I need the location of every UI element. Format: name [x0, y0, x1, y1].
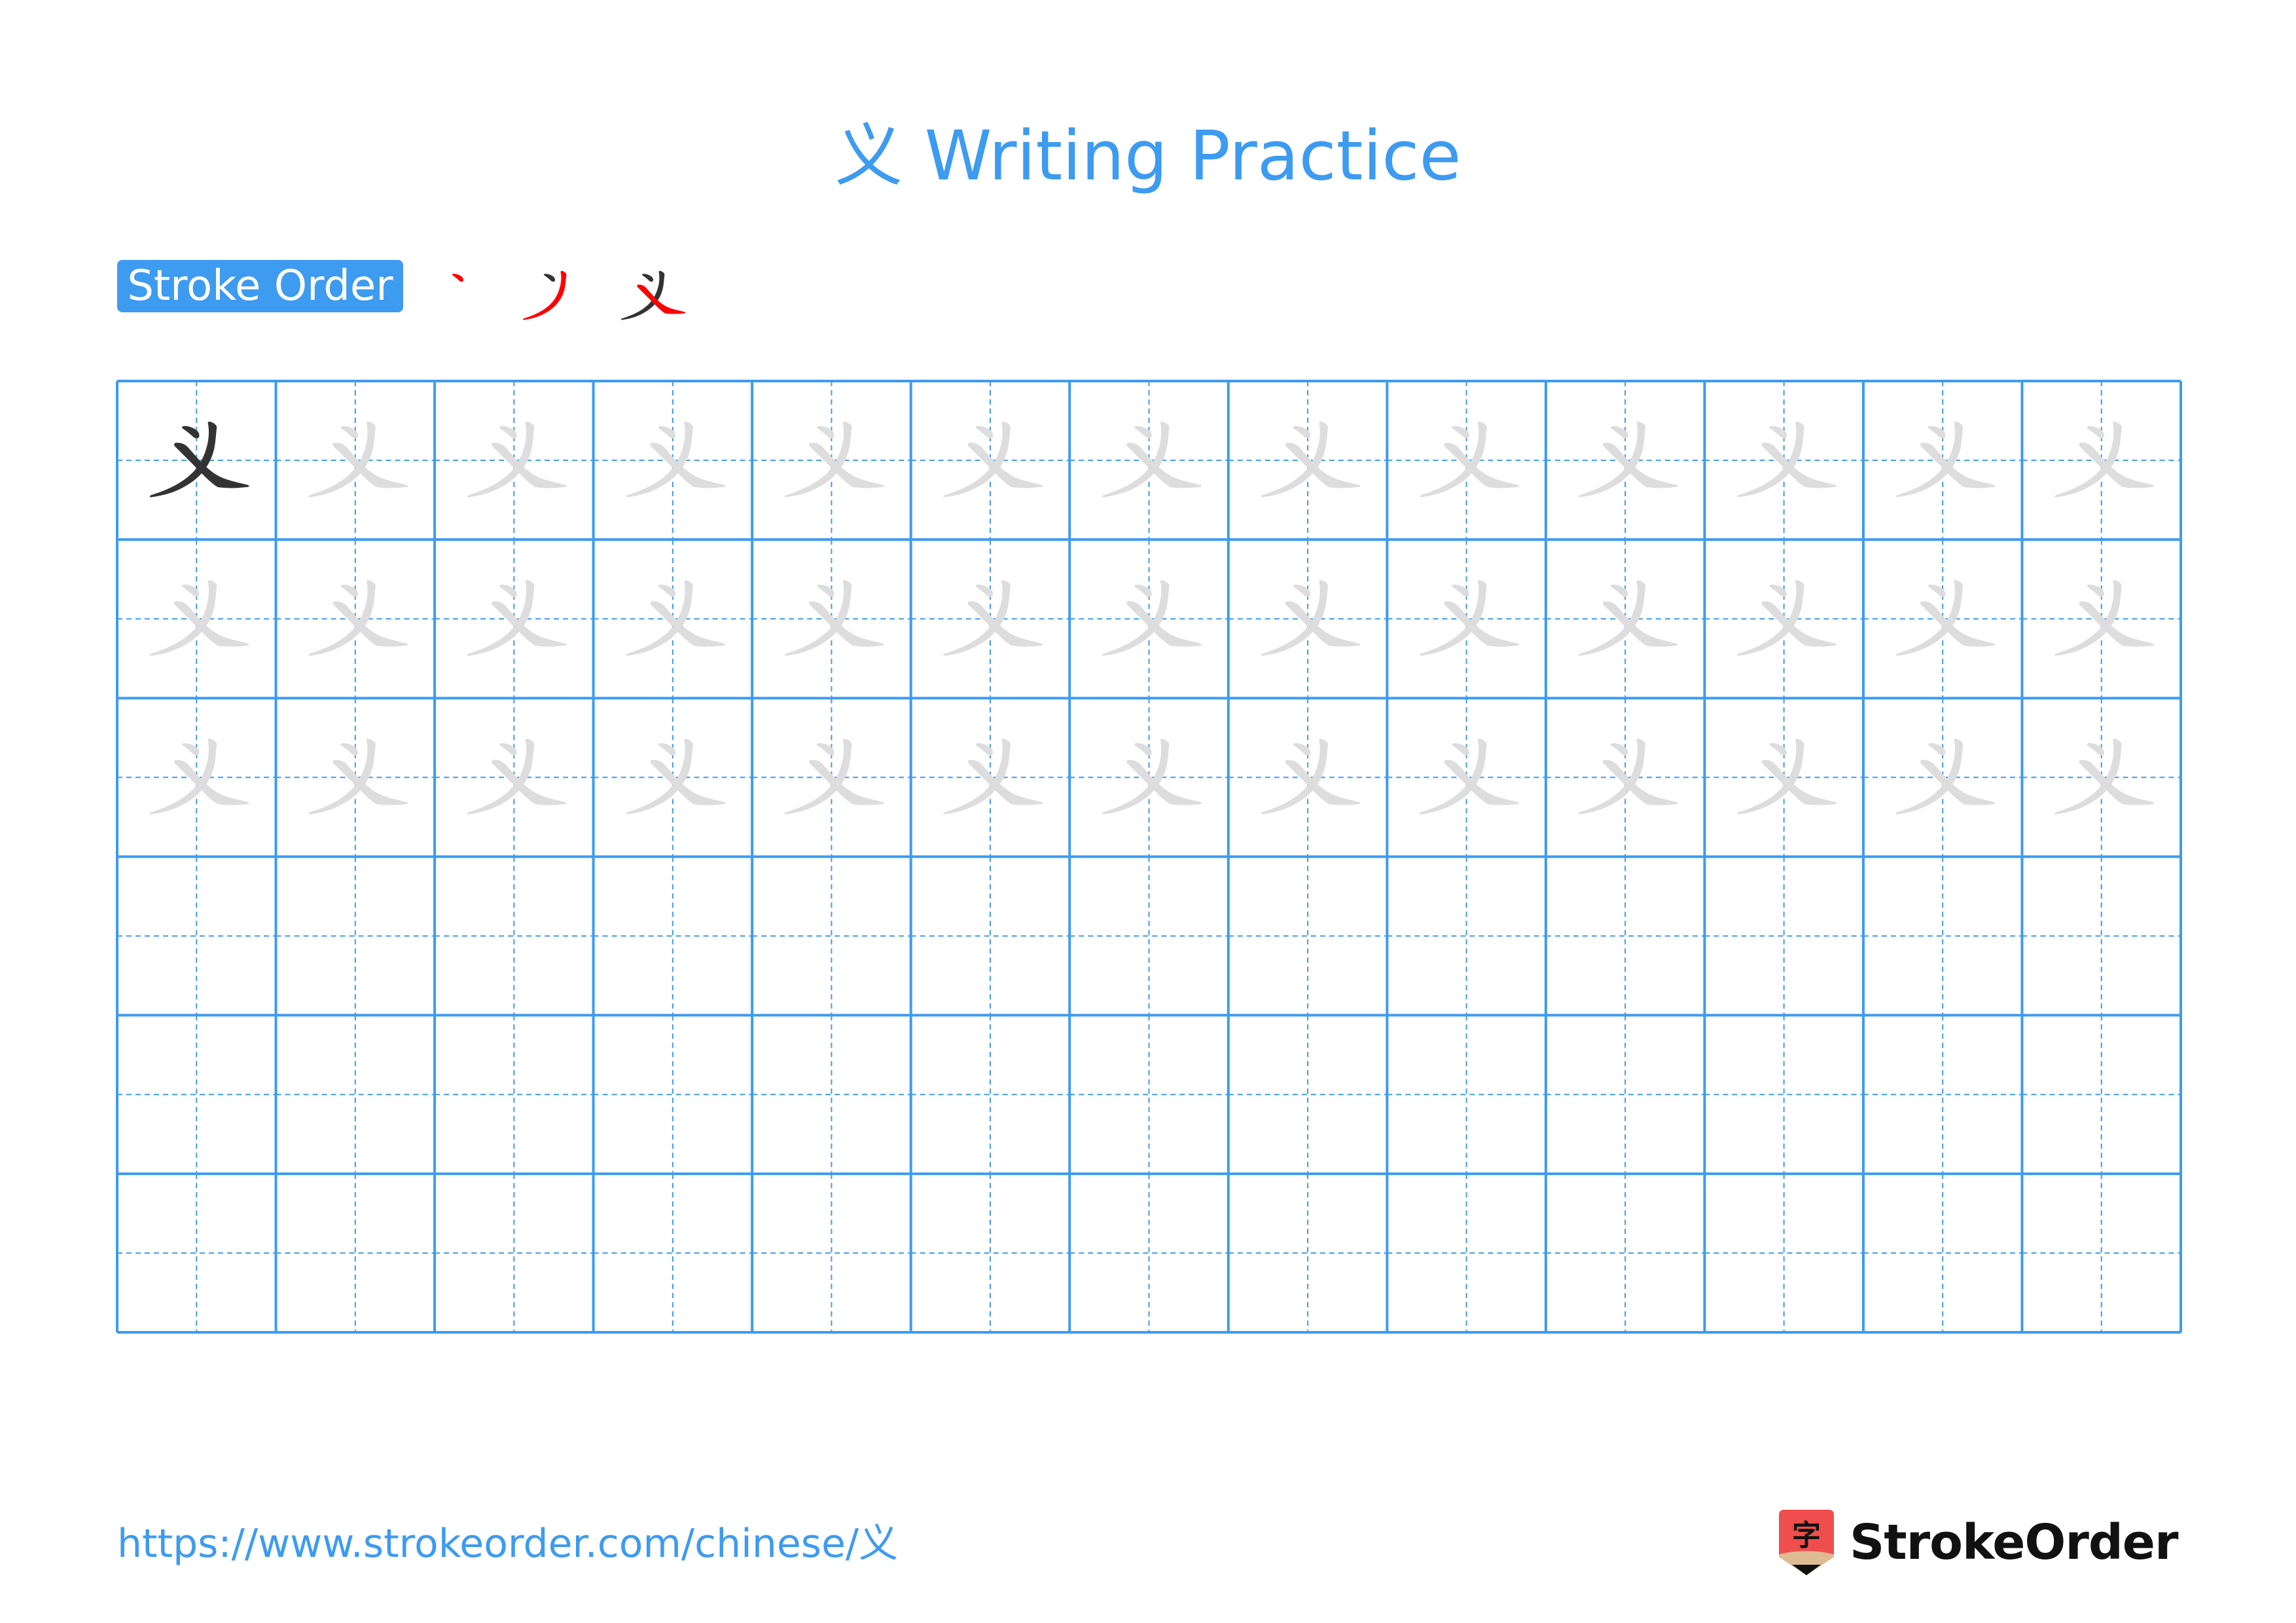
- trace-character: [943, 580, 1043, 656]
- stroke-2: [1895, 580, 1964, 656]
- trace-character: [1895, 422, 1996, 498]
- svg-text:字: 字: [1792, 1519, 1821, 1552]
- pencil-character-icon: 字: [1779, 1510, 1834, 1575]
- stroke-order-label: Stroke Order: [117, 260, 403, 312]
- stroke-1: [543, 274, 556, 282]
- stroke-2: [1736, 422, 1804, 498]
- trace-character: [2054, 580, 2155, 656]
- trace-character: [1578, 739, 1678, 814]
- brand-name: StrokeOrder: [1850, 1514, 2178, 1571]
- stroke-1: [452, 274, 464, 282]
- stroke-2: [1419, 422, 1487, 498]
- footer-url-link[interactable]: https://www.strokeorder.com/chinese/义: [117, 1518, 898, 1570]
- trace-character: [1261, 580, 1361, 656]
- trace-character: [1102, 580, 1202, 656]
- trace-character: [784, 422, 884, 498]
- stroke-2: [1261, 739, 1329, 814]
- stroke-2: [626, 580, 693, 656]
- trace-character: [1261, 422, 1361, 498]
- stroke-2: [943, 739, 1011, 814]
- trace-character: [1419, 739, 1519, 814]
- stroke-2: [467, 422, 535, 498]
- stroke-2: [943, 422, 1011, 498]
- stroke-order-step-1: [452, 274, 464, 282]
- trace-character: [943, 739, 1043, 814]
- trace-character: [467, 580, 567, 656]
- stroke-2: [1578, 580, 1646, 656]
- brand-logo[interactable]: 字 StrokeOrder: [1779, 1510, 2178, 1575]
- stroke-2: [2054, 422, 2122, 498]
- stroke-2: [1895, 739, 1964, 814]
- trace-character: [1578, 422, 1678, 498]
- stroke-order-step-2: [522, 270, 567, 320]
- model-character: [149, 422, 249, 498]
- stroke-2: [1578, 739, 1646, 814]
- trace-character: [308, 739, 408, 814]
- trace-character: [1419, 422, 1519, 498]
- trace-character: [1736, 422, 1837, 498]
- stroke-2: [149, 580, 217, 656]
- trace-character: [626, 739, 726, 814]
- trace-character: [784, 580, 884, 656]
- stroke-2: [2054, 739, 2122, 814]
- stroke-2: [1419, 580, 1487, 656]
- stroke-2: [784, 580, 852, 656]
- trace-character: [943, 422, 1043, 498]
- stroke-2: [626, 739, 693, 814]
- stroke-2: [522, 270, 567, 320]
- trace-character: [626, 580, 726, 656]
- stroke-2: [2054, 580, 2122, 656]
- stroke-step-glyph: [620, 270, 686, 320]
- page-title: 义 Writing Practice: [834, 116, 1462, 196]
- trace-character: [467, 739, 567, 814]
- trace-character: [308, 422, 408, 498]
- trace-character: [1895, 580, 1996, 656]
- stroke-2: [1261, 580, 1329, 656]
- trace-character: [1419, 580, 1519, 656]
- stroke-1: [641, 274, 654, 282]
- trace-character: [1261, 739, 1361, 814]
- stroke-step-glyph: [522, 270, 567, 320]
- trace-character: [1102, 422, 1202, 498]
- grid-lines: [116, 380, 2182, 1334]
- stroke-2: [1578, 422, 1646, 498]
- trace-character: [2054, 739, 2155, 814]
- stroke-order-step-3: [620, 270, 686, 320]
- trace-character: [784, 739, 884, 814]
- stroke-2: [308, 739, 376, 814]
- trace-character: [467, 422, 567, 498]
- trace-character: [308, 580, 408, 656]
- stroke-2: [1102, 739, 1170, 814]
- trace-character: [1736, 580, 1837, 656]
- stroke-2: [467, 580, 535, 656]
- stroke-2: [943, 580, 1011, 656]
- trace-character: [1895, 739, 1996, 814]
- stroke-2: [626, 422, 693, 498]
- trace-character: [1736, 739, 1837, 814]
- stroke-2: [784, 739, 852, 814]
- stroke-2: [1736, 739, 1804, 814]
- stroke-2: [1261, 422, 1329, 498]
- stroke-2: [1895, 422, 1964, 498]
- stroke-2: [784, 422, 852, 498]
- trace-character: [2054, 422, 2155, 498]
- trace-character: [1102, 739, 1202, 814]
- stroke-2: [149, 422, 217, 498]
- practice-grid: [116, 380, 2182, 1334]
- stroke-2: [1102, 422, 1170, 498]
- stroke-2: [1102, 580, 1170, 656]
- stroke-2: [467, 739, 535, 814]
- stroke-2: [1736, 580, 1804, 656]
- trace-character: [149, 580, 249, 656]
- stroke-2: [149, 739, 217, 814]
- stroke-2: [1419, 739, 1487, 814]
- stroke-2: [620, 270, 665, 320]
- stroke-2: [308, 580, 376, 656]
- stroke-step-glyph: [452, 274, 464, 282]
- trace-character: [626, 422, 726, 498]
- stroke-2: [308, 422, 376, 498]
- trace-character: [149, 739, 249, 814]
- trace-character: [1578, 580, 1678, 656]
